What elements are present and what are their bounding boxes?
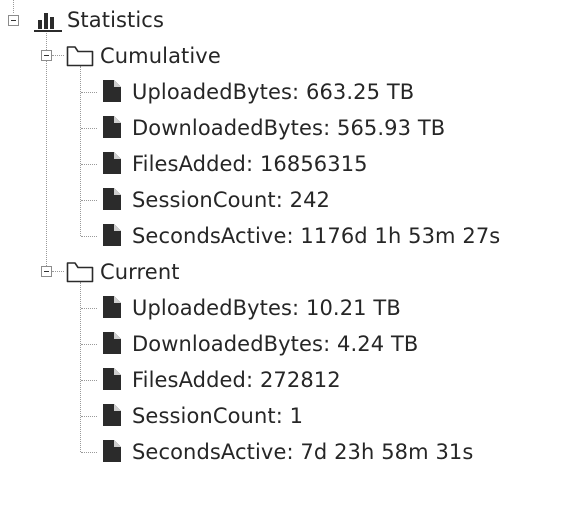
file-icon	[103, 152, 121, 174]
folder-icon	[66, 262, 94, 283]
tree-leaf-label: UploadedBytes: 10.21 TB	[132, 296, 401, 320]
bar-chart-icon	[34, 13, 62, 32]
file-icon	[103, 404, 121, 426]
tree-node-current[interactable]: Current	[0, 254, 260, 290]
tree-leaf-label: SecondsActive: 1176d 1h 53m 27s	[132, 224, 501, 248]
tree-leaf-label: FilesAdded: 272812	[132, 368, 341, 392]
tree-node-label: Current	[100, 260, 180, 284]
tree-leaf[interactable]: DownloadedBytes: 565.93 TB	[0, 110, 540, 146]
collapse-toggle-cumulative[interactable]	[41, 50, 52, 61]
tree-leaf[interactable]: FilesAdded: 272812	[0, 362, 540, 398]
tree-leaf[interactable]: DownloadedBytes: 4.24 TB	[0, 326, 540, 362]
folder-connector	[52, 55, 64, 56]
tree-leaf[interactable]: SecondsActive: 1176d 1h 53m 27s	[0, 218, 540, 254]
file-icon	[103, 296, 121, 318]
tree-leaf[interactable]: SessionCount: 1	[0, 398, 540, 434]
tree-leaf[interactable]: FilesAdded: 16856315	[0, 146, 540, 182]
tree-leaf-label: SecondsActive: 7d 23h 58m 31s	[132, 440, 474, 464]
file-icon	[103, 80, 121, 102]
file-icon	[103, 224, 121, 246]
tree-leaf-label: SessionCount: 242	[132, 188, 331, 212]
collapse-toggle-statistics[interactable]	[8, 15, 19, 26]
tree-leaf-label: DownloadedBytes: 565.93 TB	[132, 116, 446, 140]
tree-leaf[interactable]: SecondsActive: 7d 23h 58m 31s	[0, 434, 540, 470]
file-icon	[103, 116, 121, 138]
tree-node-label: Cumulative	[100, 44, 221, 68]
tree-leaf[interactable]: SessionCount: 242	[0, 182, 540, 218]
tree-leaf-label: FilesAdded: 16856315	[132, 152, 368, 176]
tree-node-cumulative[interactable]: Cumulative	[0, 38, 260, 74]
tree-leaf[interactable]: UploadedBytes: 10.21 TB	[0, 290, 540, 326]
file-icon	[103, 440, 121, 462]
collapse-toggle-current[interactable]	[41, 266, 52, 277]
tree-node-label: Statistics	[67, 8, 164, 32]
statistics-tree: Statistics Cumulative UploadedBytes: 663…	[0, 0, 574, 526]
file-icon	[103, 188, 121, 210]
tree-leaf[interactable]: UploadedBytes: 663.25 TB	[0, 74, 540, 110]
tree-node-statistics[interactable]: Statistics	[0, 2, 240, 38]
folder-connector	[52, 271, 64, 272]
tree-leaf-label: SessionCount: 1	[132, 404, 304, 428]
tree-leaf-label: UploadedBytes: 663.25 TB	[132, 80, 415, 104]
file-icon	[103, 332, 121, 354]
file-icon	[103, 368, 121, 390]
tree-leaf-label: DownloadedBytes: 4.24 TB	[132, 332, 419, 356]
folder-icon	[66, 46, 94, 67]
